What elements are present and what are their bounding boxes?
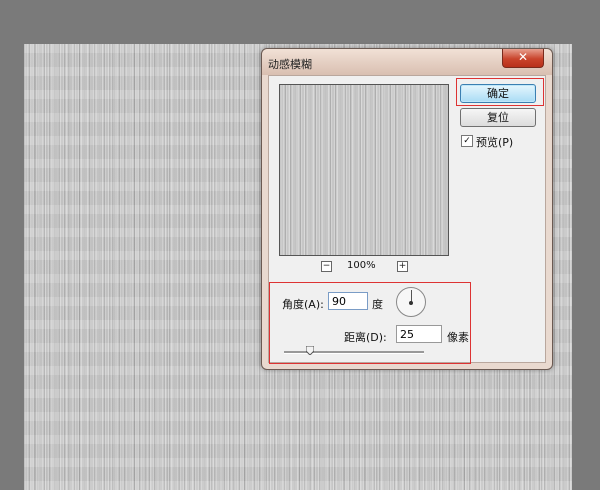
distance-label: 距离(D): [344,331,387,344]
angle-dial[interactable] [396,287,426,317]
parameters-highlight-box: 角度(A): 度 距离(D): 像素 [269,282,471,364]
distance-unit: 像素 [447,331,469,344]
preview-image[interactable] [279,84,449,256]
motion-blur-dialog: 动感模糊 ✕ − 100% + 确定 复位 ✓ 预览(P) 角度(A): 度 [261,48,553,370]
plus-icon: + [398,261,407,271]
zoom-out-button[interactable]: − [321,261,332,272]
preview-checkbox[interactable]: ✓ [461,135,473,147]
angle-unit: 度 [372,298,383,311]
dialog-body: − 100% + 确定 复位 ✓ 预览(P) 角度(A): 度 距离(D): 像… [268,75,546,364]
minus-icon: − [322,261,331,271]
angle-label: 角度(A): [282,298,324,311]
ok-button[interactable]: 确定 [460,84,536,103]
distance-input[interactable] [396,325,442,343]
preview-label: 预览(P) [476,136,514,149]
distance-slider-thumb[interactable] [306,346,314,355]
angle-input[interactable] [328,292,368,310]
distance-slider-track[interactable] [284,351,424,354]
zoom-in-button[interactable]: + [397,261,408,272]
close-button[interactable]: ✕ [502,49,544,68]
angle-dial-center [409,301,413,305]
zoom-controls: − 100% + [321,260,411,275]
dialog-titlebar[interactable]: 动感模糊 ✕ [262,49,552,75]
reset-button[interactable]: 复位 [460,108,536,127]
close-icon: ✕ [517,50,529,64]
zoom-level: 100% [347,260,376,271]
dialog-title: 动感模糊 [268,58,312,71]
